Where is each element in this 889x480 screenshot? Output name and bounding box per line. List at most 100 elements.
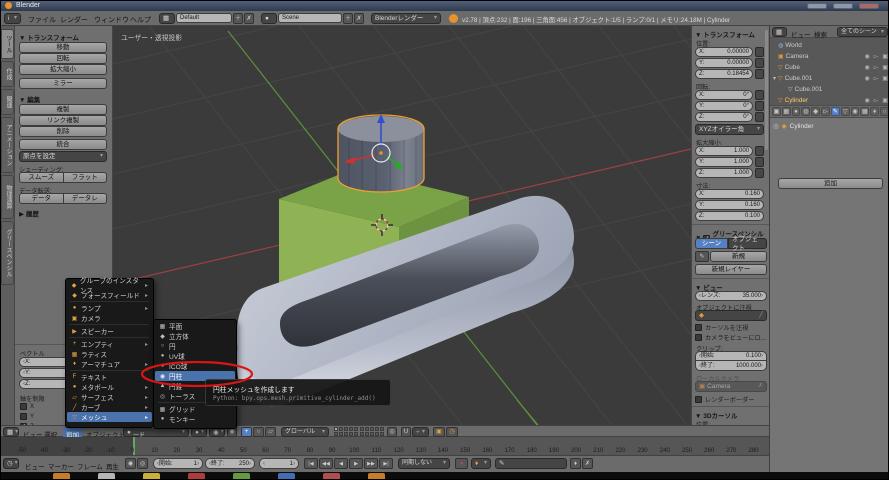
lock-cursor-checkbox[interactable]: [695, 324, 702, 331]
jump-to-start-button[interactable]: |◀: [304, 458, 318, 469]
menu-item-armature[interactable]: ♦アーマチュア▸: [67, 359, 152, 369]
play-button[interactable]: ▶: [349, 458, 363, 469]
render-border-row[interactable]: レンダーボーダー: [695, 395, 755, 404]
data-layout-button[interactable]: データレ: [64, 193, 108, 204]
select-icon[interactable]: ▻: [874, 53, 879, 60]
screen-layout-icon-button[interactable]: ▦: [159, 13, 175, 24]
jump-to-end-button[interactable]: ▶|: [379, 458, 393, 469]
auto-keyframe-record-button[interactable]: ●: [455, 458, 468, 469]
select-icon[interactable]: ▻: [874, 97, 879, 104]
select-icon[interactable]: ▻: [874, 75, 879, 82]
lock-icon[interactable]: [755, 47, 764, 57]
lock-icon[interactable]: [755, 168, 764, 178]
data-button[interactable]: データ: [19, 193, 64, 204]
panel-history-header[interactable]: ▶ 履歴: [19, 208, 39, 218]
props-tab-constraints[interactable]: ▻: [821, 107, 830, 116]
taskbar-app-icon[interactable]: [143, 473, 160, 480]
render-icon[interactable]: ▣: [882, 75, 888, 82]
next-keyframe-button[interactable]: ▶▶: [364, 458, 378, 469]
eyedropper-icon[interactable]: ╱: [759, 311, 763, 320]
frame-end-field[interactable]: ‹終了:250›: [205, 458, 255, 469]
preview-range-toggle[interactable]: ◉: [125, 458, 136, 469]
tab-tools[interactable]: ツール: [1, 29, 14, 59]
screen-layout-field[interactable]: Default: [176, 13, 232, 23]
opengl-render-image-button[interactable]: ▣: [433, 427, 445, 437]
taskbar-app-icon[interactable]: [278, 473, 295, 480]
props-tab-render-layers[interactable]: ▦: [782, 107, 791, 116]
lock-to-scene-toggle[interactable]: ◎: [387, 427, 397, 437]
outliner-item-cube001-data[interactable]: ▽Cube.001: [788, 84, 822, 95]
constraint-x-row[interactable]: X: [20, 403, 34, 410]
snap-magnet-toggle[interactable]: U: [401, 427, 411, 437]
tab-animation[interactable]: アニメーション: [1, 117, 14, 173]
menu-item-empty[interactable]: +エンプティ▸: [67, 339, 152, 349]
timeline-view-menu[interactable]: ビュー: [25, 461, 45, 471]
submenu-item-monkey[interactable]: ●モンキー: [155, 414, 235, 424]
taskbar-app-icon[interactable]: [53, 473, 70, 480]
tab-relations[interactable]: 関連: [1, 89, 14, 115]
scale-button[interactable]: 拡大縮小: [19, 64, 107, 75]
sync-dropdown[interactable]: 同期しない▾: [398, 458, 450, 469]
dim-x-field[interactable]: X:0.160: [695, 189, 764, 199]
shade-flat-button[interactable]: フラット: [64, 172, 108, 183]
npanel-scrollbar[interactable]: [765, 30, 768, 150]
submenu-item-circle[interactable]: ○円: [155, 341, 235, 351]
select-icon[interactable]: ▻: [874, 64, 879, 71]
delete-button[interactable]: 削除: [19, 126, 107, 137]
lock-icon[interactable]: [755, 58, 764, 68]
props-tab-texture[interactable]: ▦: [860, 107, 869, 116]
tab-grease-pencil[interactable]: グリースペンシル: [1, 221, 14, 285]
play-reverse-button[interactable]: ◀: [334, 458, 348, 469]
duplicate-button[interactable]: 複製: [19, 104, 107, 115]
editor-type-outliner-button[interactable]: ▦: [772, 27, 787, 37]
outliner-item-cube[interactable]: ▽Cube: [778, 62, 800, 73]
rotate-button[interactable]: 回転: [19, 53, 107, 64]
taskbar-app-icon[interactable]: [323, 473, 340, 480]
close-button[interactable]: [859, 3, 879, 9]
title-bar[interactable]: Blender: [1, 1, 889, 11]
tab-create[interactable]: 作成: [1, 61, 14, 87]
editor-type-info-button[interactable]: i▾: [4, 13, 21, 24]
rot-y-field[interactable]: Y:0°: [695, 101, 753, 111]
maximize-button[interactable]: [833, 3, 853, 9]
clip-end-field[interactable]: ‹終了:1000.000›: [695, 361, 767, 371]
shade-smooth-button[interactable]: スムーズ: [19, 172, 64, 183]
lock-camera-checkbox[interactable]: [695, 334, 702, 341]
menu-item-force-field[interactable]: ◆フォースフィールド▸: [67, 290, 152, 300]
windows-taskbar[interactable]: [1, 472, 889, 480]
menu-item-group-instance[interactable]: ◆グループのインスタンス▸: [67, 280, 152, 290]
scale-y-field[interactable]: Y:1.000: [695, 157, 753, 167]
local-camera-field[interactable]: ▣Camera✗: [695, 381, 767, 392]
timeline-marker-menu[interactable]: マーカー: [48, 461, 74, 471]
lock-to-object-field[interactable]: ◆╱: [695, 310, 767, 321]
layers-widget-2[interactable]: [360, 427, 384, 436]
lock-range-toggle[interactable]: ◎: [137, 458, 148, 469]
delete-layout-button[interactable]: ✗: [244, 13, 254, 24]
lock-icon[interactable]: [755, 69, 764, 79]
lens-field[interactable]: ‹レンズ:35.000›: [695, 291, 767, 301]
delete-scene-button[interactable]: ✗: [354, 13, 364, 24]
taskbar-app-icon[interactable]: [98, 473, 115, 480]
lock-icon[interactable]: [755, 101, 764, 111]
clip-start-field[interactable]: ‹開始:0.100›: [695, 351, 767, 361]
translate-button[interactable]: 移動: [19, 42, 107, 53]
gp-new-button[interactable]: 新規: [710, 251, 767, 262]
add-layout-button[interactable]: ＋: [233, 13, 243, 24]
menu-item-metaball[interactable]: ●メタボール▸: [67, 382, 152, 392]
outliner-item-world[interactable]: ◍World: [778, 40, 802, 51]
menu-item-lamp[interactable]: ●ランプ▸: [67, 303, 152, 313]
join-button[interactable]: 統合: [19, 139, 107, 150]
tab-physics[interactable]: 物理演算: [1, 175, 14, 219]
submenu-item-ico-sphere[interactable]: ●ICO球: [155, 361, 235, 371]
editor-type-3dview-button[interactable]: ▦▾: [3, 427, 19, 437]
constraint-y-row[interactable]: Y: [20, 413, 34, 420]
checkbox-x[interactable]: [20, 403, 27, 410]
rot-z-field[interactable]: Z:0°: [695, 112, 753, 122]
menu-item-speaker[interactable]: ▶スピーカー: [67, 326, 152, 336]
props-tab-data[interactable]: ▽: [841, 107, 850, 116]
submenu-item-plane[interactable]: ▦平面: [155, 321, 235, 331]
render-icon[interactable]: ▣: [882, 64, 888, 71]
frame-start-field[interactable]: ‹開始:1›: [153, 458, 203, 469]
scale-z-field[interactable]: Z:1.000: [695, 168, 753, 178]
rot-x-field[interactable]: X:0°: [695, 90, 753, 100]
